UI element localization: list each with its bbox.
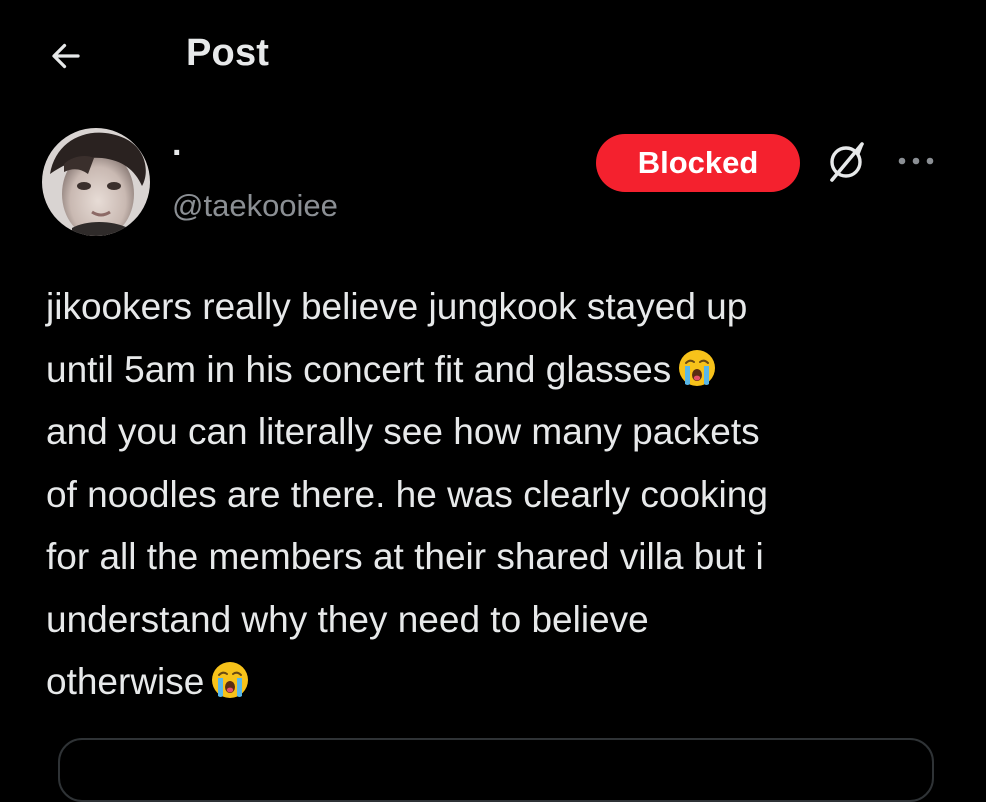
post-text-line: jikookers really believe jungkook stayed…: [46, 286, 748, 327]
post-text-line: otherwise: [46, 651, 946, 714]
user-handle[interactable]: @taekooiee: [172, 188, 338, 224]
post-text-line: understand why they need to believe: [46, 598, 649, 640]
post-text: jikookers really believe jungkook stayed…: [46, 276, 946, 714]
post-text-line: of noodles are there. he was clearly coo…: [46, 473, 768, 515]
more-horizontal-icon: [896, 154, 936, 172]
grok-button[interactable]: [818, 136, 874, 192]
more-options-button[interactable]: [888, 138, 944, 188]
back-button[interactable]: [38, 30, 94, 86]
loudly-crying-face-icon: [677, 345, 717, 408]
grok-icon: [824, 140, 868, 189]
media-card[interactable]: [58, 738, 934, 802]
post-author: · @taekooiee Blocked: [42, 128, 942, 238]
arrow-left-icon: [48, 38, 84, 79]
post-text-line: and you can literally see how many packe…: [46, 411, 760, 452]
page-title: Post: [186, 32, 270, 74]
display-name[interactable]: ·: [172, 134, 183, 173]
post-text-line: until 5am in his concert fit and glasses: [46, 339, 946, 402]
top-bar: Post: [0, 0, 986, 110]
avatar[interactable]: [42, 128, 150, 236]
blocked-button[interactable]: Blocked: [596, 134, 800, 192]
loudly-crying-face-icon: [210, 657, 250, 720]
post-text-line: for all the members at their shared vill…: [46, 536, 764, 577]
